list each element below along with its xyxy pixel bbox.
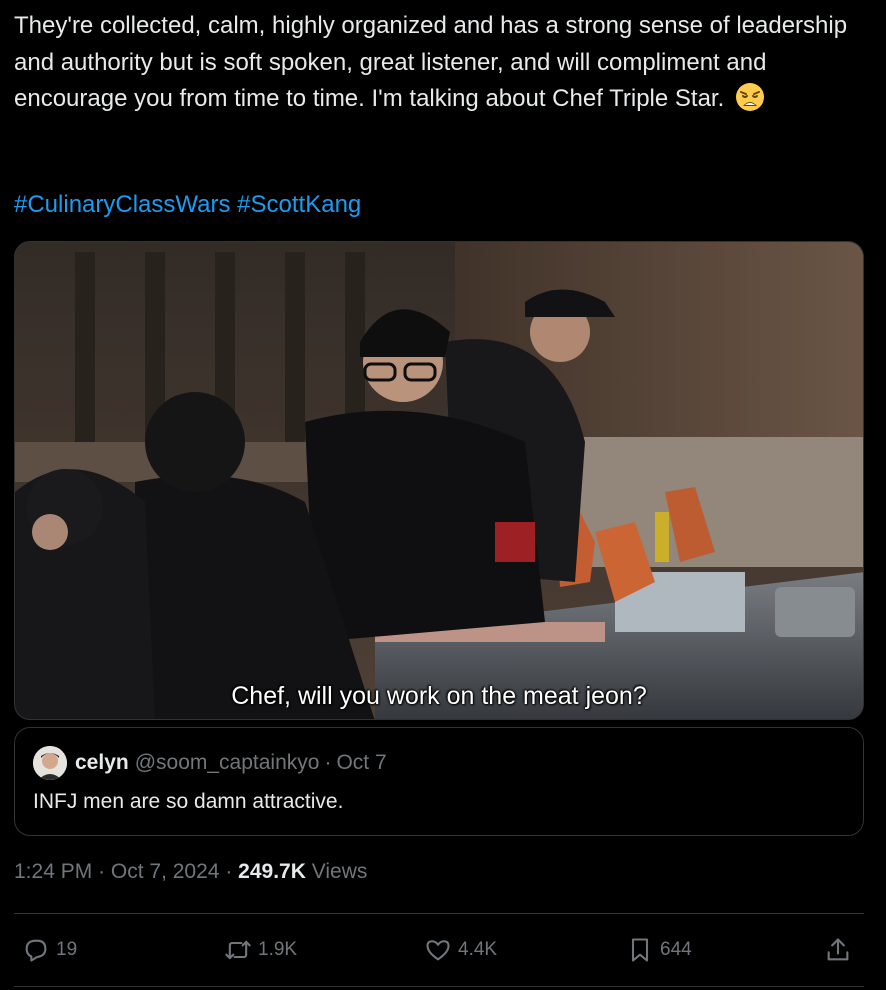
- tweet-body: They're collected, calm, highly organize…: [14, 12, 848, 112]
- meta-separator: ·: [225, 860, 233, 883]
- reply-button[interactable]: 19: [22, 930, 77, 970]
- tweet-media-video[interactable]: Chef, will you work on the meat jeon?: [14, 241, 864, 720]
- weary-face-emoji-icon: [735, 82, 765, 112]
- divider: [14, 986, 864, 987]
- hashtag-scottkang[interactable]: #ScottKang: [237, 191, 361, 218]
- quoted-author-handle[interactable]: @soom_captainkyo: [135, 751, 320, 775]
- reply-icon: [25, 939, 47, 962]
- bookmark-icon: [631, 938, 649, 962]
- views-count: 249.7K: [238, 860, 306, 883]
- repost-icon: [225, 940, 251, 960]
- video-still-image: [15, 242, 863, 719]
- tweet-detail: They're collected, calm, highly organize…: [0, 0, 886, 990]
- heart-icon: [426, 940, 450, 961]
- quoted-separator: ·: [324, 751, 332, 774]
- tweet-time[interactable]: 1:24 PM: [14, 860, 92, 883]
- video-subtitle: Chef, will you work on the meat jeon?: [231, 682, 647, 710]
- quoted-tweet-text: INFJ men are so damn attractive.: [33, 790, 344, 813]
- tweet-meta: 1:24 PM · Oct 7, 2024 · 249.7K Views: [14, 860, 367, 884]
- repost-button[interactable]: 1.9K: [224, 930, 297, 970]
- share-button[interactable]: [824, 930, 858, 970]
- hashtag-line: #CulinaryClassWars #ScottKang: [14, 187, 361, 223]
- views-label: Views: [311, 860, 368, 883]
- like-count: 4.4K: [458, 939, 498, 960]
- quoted-tweet-header: celyn @soom_captainkyo · Oct 7: [33, 746, 387, 780]
- like-button[interactable]: 4.4K: [424, 930, 497, 970]
- bookmark-count: 644: [660, 939, 692, 960]
- hashtag-culinaryclasswars[interactable]: #CulinaryClassWars: [14, 191, 231, 218]
- repost-count: 1.9K: [258, 939, 298, 960]
- tweet-text: They're collected, calm, highly organize…: [14, 8, 874, 118]
- quoted-tweet[interactable]: celyn @soom_captainkyo · Oct 7 INFJ men …: [14, 727, 864, 836]
- meta-separator: ·: [98, 860, 106, 883]
- tweet-date[interactable]: Oct 7, 2024: [111, 860, 220, 883]
- quoted-author-name[interactable]: celyn: [75, 751, 129, 775]
- tweet-actions: 19 1.9K 4.4K 644: [14, 930, 864, 970]
- reply-count: 19: [56, 939, 78, 960]
- divider: [14, 913, 864, 914]
- share-icon: [827, 938, 849, 961]
- bookmark-button[interactable]: 644: [626, 930, 692, 970]
- quoted-author-avatar[interactable]: [33, 746, 67, 780]
- quoted-date[interactable]: Oct 7: [336, 751, 386, 775]
